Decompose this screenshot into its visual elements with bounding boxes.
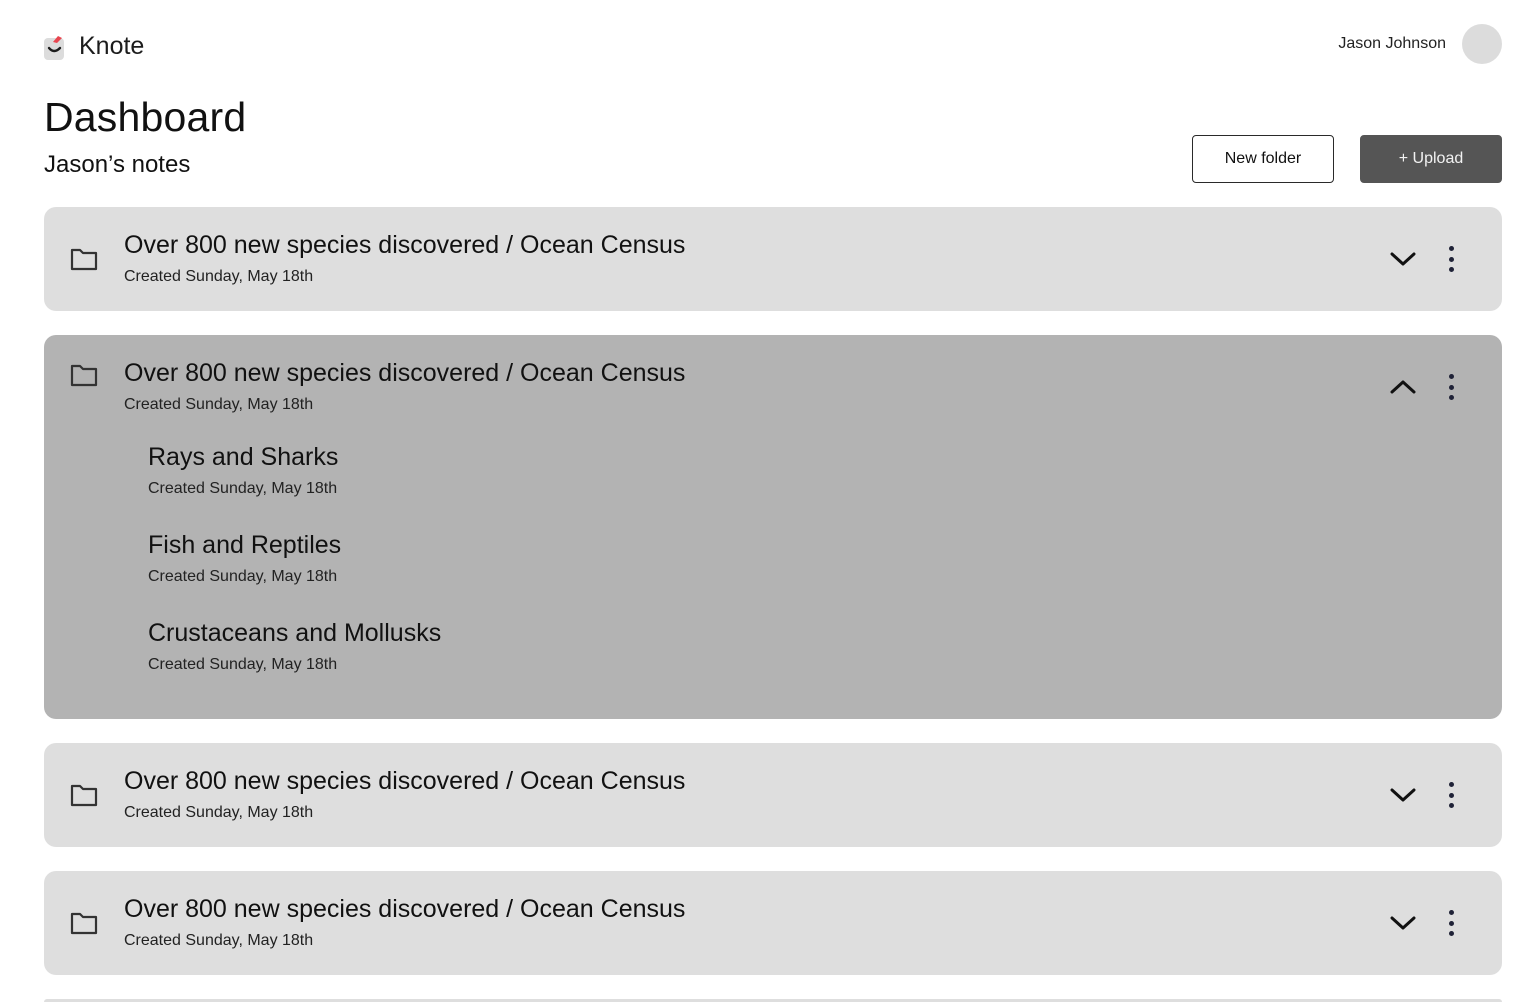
knote-logo-icon bbox=[44, 32, 66, 60]
app-name: Knote bbox=[79, 32, 145, 60]
folder-card[interactable]: Over 800 new species discovered / Ocean … bbox=[44, 207, 1502, 311]
note-title: Crustaceans and Mollusks bbox=[148, 619, 442, 647]
user-name: Jason Johnson bbox=[1338, 35, 1446, 52]
more-vertical-icon[interactable] bbox=[1440, 244, 1462, 274]
user-menu[interactable]: Jason Johnson bbox=[1338, 24, 1502, 64]
note-date: Created Sunday, May 18th bbox=[148, 568, 338, 585]
dashboard-page: Knote Jason Johnson Dashboard Jason’s no… bbox=[0, 0, 1536, 1002]
avatar[interactable] bbox=[1462, 24, 1502, 64]
top-bar: Knote Jason Johnson bbox=[44, 24, 1502, 68]
new-folder-button[interactable]: New folder bbox=[1192, 135, 1334, 183]
folder-date: Created Sunday, May 18th bbox=[124, 396, 314, 413]
note-title: Fish and Reptiles bbox=[148, 531, 342, 559]
folder-icon bbox=[70, 783, 98, 807]
note-item[interactable]: Crustaceans and Mollusks Created Sunday,… bbox=[148, 619, 441, 674]
note-item[interactable]: Rays and Sharks Created Sunday, May 18th bbox=[148, 443, 338, 498]
folder-title: Over 800 new species discovered / Ocean … bbox=[124, 359, 686, 387]
chevron-down-icon[interactable] bbox=[1389, 249, 1417, 269]
folder-title: Over 800 new species discovered / Ocean … bbox=[124, 895, 686, 923]
folder-card[interactable]: Over 800 new species discovered / Ocean … bbox=[44, 743, 1502, 847]
folder-title: Over 800 new species discovered / Ocean … bbox=[124, 767, 686, 795]
folder-date: Created Sunday, May 18th bbox=[124, 804, 314, 821]
more-vertical-icon[interactable] bbox=[1440, 780, 1462, 810]
folder-title: Over 800 new species discovered / Ocean … bbox=[124, 231, 686, 259]
folder-date: Created Sunday, May 18th bbox=[124, 268, 314, 285]
upload-button[interactable]: + Upload bbox=[1360, 135, 1502, 183]
folder-date: Created Sunday, May 18th bbox=[124, 932, 314, 949]
folder-card[interactable]: Over 800 new species discovered / Ocean … bbox=[44, 871, 1502, 975]
page-subtitle: Jason’s notes bbox=[44, 151, 191, 178]
logo[interactable]: Knote bbox=[44, 32, 144, 60]
page-title: Dashboard bbox=[44, 94, 247, 140]
note-date: Created Sunday, May 18th bbox=[148, 656, 338, 673]
folder-icon bbox=[70, 363, 98, 387]
note-item[interactable]: Fish and Reptiles Created Sunday, May 18… bbox=[148, 531, 341, 586]
more-vertical-icon[interactable] bbox=[1440, 372, 1462, 402]
folder-icon bbox=[70, 911, 98, 935]
chevron-up-icon[interactable] bbox=[1389, 377, 1417, 397]
folder-icon bbox=[70, 247, 98, 271]
folder-card-expanded[interactable]: Over 800 new species discovered / Ocean … bbox=[44, 335, 1502, 719]
note-title: Rays and Sharks bbox=[148, 443, 339, 471]
more-vertical-icon[interactable] bbox=[1440, 908, 1462, 938]
chevron-down-icon[interactable] bbox=[1389, 785, 1417, 805]
note-date: Created Sunday, May 18th bbox=[148, 480, 338, 497]
chevron-down-icon[interactable] bbox=[1389, 913, 1417, 933]
